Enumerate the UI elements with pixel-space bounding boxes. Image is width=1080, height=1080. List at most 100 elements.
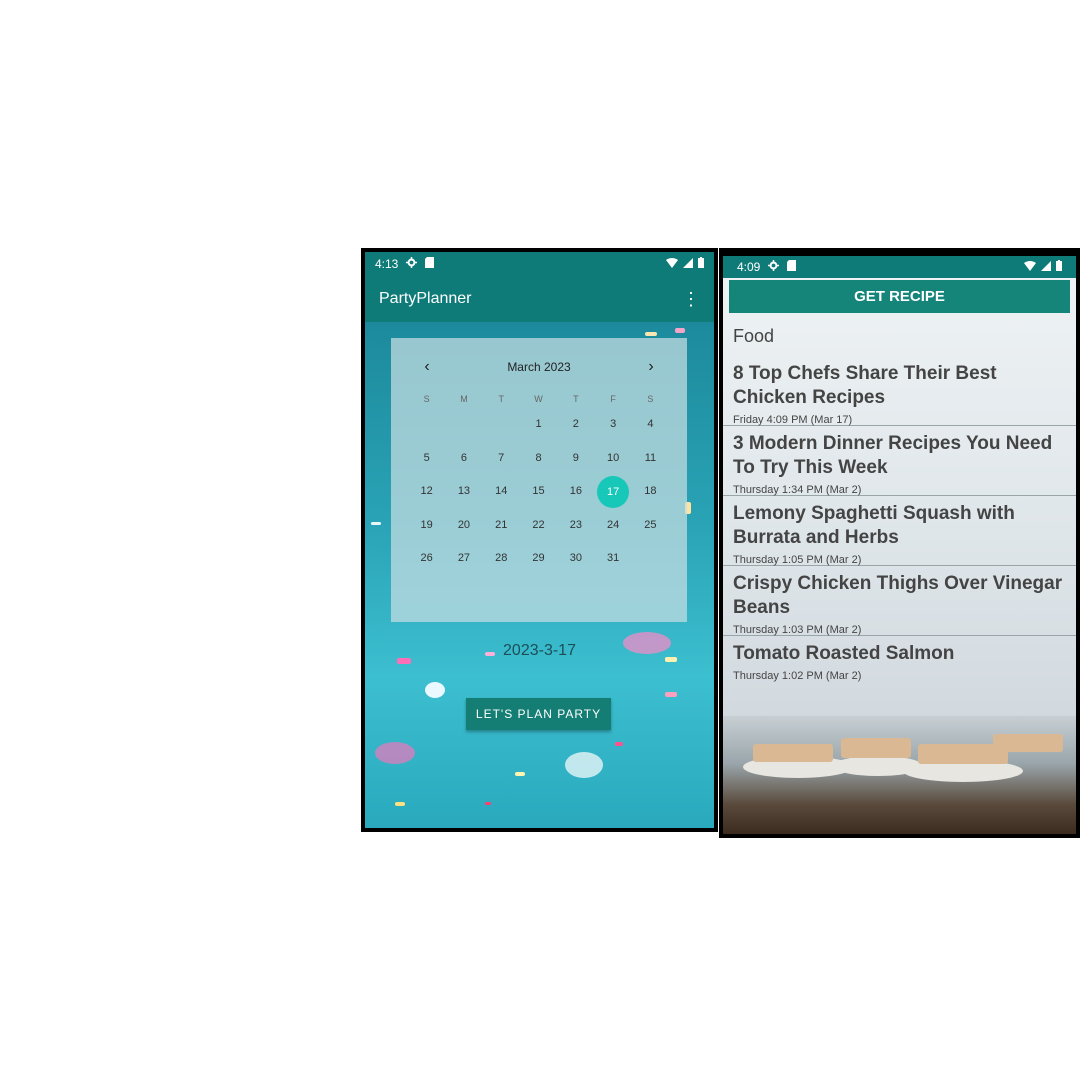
recipe-phone: 4:09 GET RECIPE Food 8 Top Chefs Share T… — [719, 248, 1080, 838]
status-time: 4:13 — [375, 257, 399, 271]
day-cell[interactable]: 10 — [594, 442, 631, 476]
selected-date-text: 2023-3-17 — [503, 642, 576, 659]
day-cell[interactable]: 18 — [632, 475, 669, 509]
day-cell[interactable]: 26 — [408, 542, 445, 576]
day-number: 24 — [607, 518, 620, 531]
day-cell[interactable]: 16 — [557, 475, 594, 509]
day-cell[interactable]: 8 — [520, 442, 557, 476]
day-number: 27 — [457, 552, 471, 565]
article-title: 8 Top Chefs Share Their Best Chicken Rec… — [733, 363, 997, 408]
battery-icon — [1056, 260, 1062, 274]
weekday-label: M — [460, 394, 468, 404]
day-cell[interactable]: 31 — [594, 542, 631, 576]
article-item[interactable]: Lemony Spaghetti Squash with Burrata and… — [723, 496, 1076, 566]
status-bar: 4:09 — [723, 256, 1076, 278]
day-number: 1 — [535, 418, 542, 430]
wifi-icon — [1024, 260, 1036, 274]
day-cell[interactable]: 2 — [557, 408, 594, 442]
day-number: 30 — [569, 552, 582, 565]
day-cell[interactable]: 25 — [632, 509, 669, 543]
article-item[interactable]: Crispy Chicken Thighs Over Vinegar Beans… — [723, 566, 1076, 636]
day-number: 4 — [647, 418, 654, 430]
day-cell[interactable]: 22 — [520, 509, 557, 543]
day-cell[interactable]: 7 — [483, 442, 520, 476]
article-item[interactable]: Tomato Roasted Salmon Thursday 1:02 PM (M… — [723, 636, 1076, 690]
day-cell[interactable]: 11 — [632, 442, 669, 476]
day-number: 9 — [572, 451, 579, 464]
day-cell[interactable]: 4 — [632, 408, 669, 442]
status-time: 4:09 — [737, 260, 761, 274]
status-bar: 4:13 — [365, 252, 714, 276]
party-planner-screen: 4:13 PartyPlanner ⋮ ‹ March 2023 › S M T… — [365, 252, 714, 828]
get-recipe-button[interactable]: GET RECIPE — [729, 280, 1070, 313]
day-number: 26 — [420, 552, 433, 565]
app-title: PartyPlanner — [379, 290, 472, 307]
article-list: 8 Top Chefs Share Their Best Chicken Rec… — [723, 356, 1076, 690]
day-cell[interactable]: 30 — [557, 542, 594, 576]
day-number: 16 — [569, 485, 582, 498]
overflow-menu-icon[interactable]: ⋮ — [682, 290, 700, 308]
plan-party-button[interactable]: LET'S PLAN PARTY — [466, 698, 611, 730]
day-cell[interactable]: 14 — [483, 475, 520, 509]
weekday-label: T — [573, 394, 579, 404]
day-number: 3 — [610, 418, 617, 430]
day-cell[interactable]: 9 — [557, 442, 594, 476]
calendar: ‹ March 2023 › S M T W T F S 1 2 3 4 5 6 7 8 9 10 11 12 13 1… — [391, 338, 687, 622]
article-item[interactable]: 3 Modern Dinner Recipes You Need To Try … — [723, 426, 1076, 496]
day-cell[interactable]: 5 — [408, 442, 445, 476]
day-number: 8 — [535, 451, 542, 464]
battery-icon — [698, 257, 704, 271]
food-table-photo — [723, 716, 1076, 834]
calendar-grid: S M T W T F S 1 2 3 4 5 6 7 8 9 10 11 12 13 14 15 16 17 18 19 20 21… — [408, 390, 687, 576]
day-number: 12 — [420, 485, 433, 498]
day-cell[interactable]: 3 — [594, 408, 631, 442]
article-date: Friday 4:09 PM (Mar 17) — [733, 414, 853, 426]
category-label: Food — [733, 326, 775, 346]
day-cell[interactable]: 1 — [520, 408, 557, 442]
article-date: Thursday 1:34 PM (Mar 2) — [733, 484, 862, 496]
chevron-right-icon[interactable]: › — [643, 358, 659, 376]
weekday-label: S — [647, 394, 654, 404]
day-cell[interactable]: 27 — [445, 542, 482, 576]
selected-day-cell[interactable]: 17 — [594, 475, 631, 509]
day-number: 28 — [495, 552, 508, 565]
day-number: 23 — [569, 518, 582, 531]
weekday-label: S — [423, 394, 430, 404]
day-number: 22 — [532, 518, 545, 531]
day-cell[interactable]: 12 — [408, 475, 445, 509]
article-item[interactable]: 8 Top Chefs Share Their Best Chicken Rec… — [723, 356, 1076, 426]
article-date: Thursday 1:02 PM (Mar 2) — [733, 670, 862, 682]
day-cell[interactable]: 28 — [483, 542, 520, 576]
day-number: 2 — [572, 418, 579, 430]
app-bar: PartyPlanner ⋮ — [365, 276, 714, 322]
recipe-screen: 4:09 GET RECIPE Food 8 Top Chefs Share T… — [723, 256, 1076, 834]
day-cell[interactable]: 19 — [408, 509, 445, 543]
empty-day-cell — [483, 408, 520, 442]
day-cell[interactable]: 15 — [520, 475, 557, 509]
day-cell[interactable]: 21 — [483, 509, 520, 543]
day-number: 13 — [457, 485, 471, 498]
article-date: Thursday 1:05 PM (Mar 2) — [733, 554, 862, 566]
day-cell[interactable]: 6 — [445, 442, 482, 476]
article-title: Lemony Spaghetti Squash with Burrata and… — [733, 503, 1015, 548]
day-number: 31 — [607, 552, 620, 565]
weekday-label: F — [610, 394, 616, 404]
day-cell[interactable]: 29 — [520, 542, 557, 576]
day-number: 20 — [457, 518, 471, 531]
sim-card-icon — [787, 260, 797, 274]
article-date: Thursday 1:03 PM (Mar 2) — [733, 624, 862, 636]
day-cell[interactable]: 20 — [445, 509, 482, 543]
day-number: 29 — [532, 552, 545, 565]
day-cell[interactable]: 13 — [445, 475, 482, 509]
weekday-label: W — [534, 394, 543, 404]
day-cell[interactable]: 23 — [557, 509, 594, 543]
settings-icon — [406, 257, 418, 271]
signal-icon — [1041, 260, 1051, 274]
chevron-left-icon[interactable]: ‹ — [419, 358, 435, 376]
day-number: 10 — [607, 451, 620, 464]
signal-icon — [683, 257, 693, 271]
empty-day-cell — [408, 408, 445, 442]
party-planner-phone: 4:13 PartyPlanner ⋮ ‹ March 2023 › S M T… — [361, 248, 718, 832]
weekday-label: T — [498, 394, 504, 404]
day-cell[interactable]: 24 — [594, 509, 631, 543]
